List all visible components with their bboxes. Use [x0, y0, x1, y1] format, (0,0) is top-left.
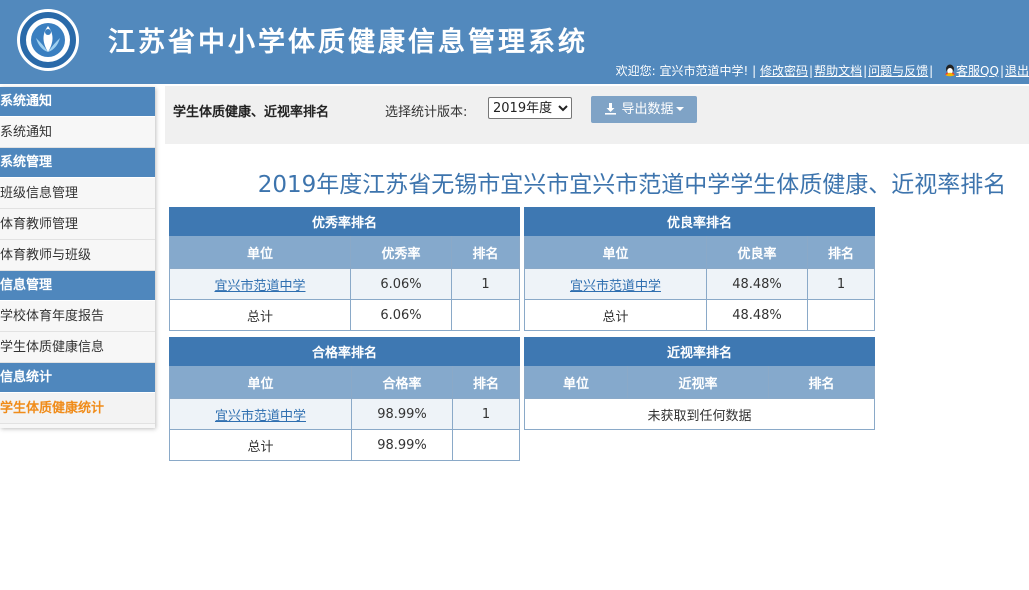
rate-cell: 48.48%: [706, 268, 808, 300]
user-bar: 欢迎您: 宜兴市范道中学! | 修改密码|帮助文档|问题与反馈| 客服QQ|退出: [615, 64, 1029, 78]
qq-icon: [945, 64, 956, 77]
column-header-unit: 单位: [524, 235, 707, 269]
rank-cell: [806, 299, 876, 331]
column-header-unit: 单位: [169, 365, 352, 399]
column-header-unit: 单位: [169, 235, 351, 269]
rate-cell: 6.06%: [350, 268, 452, 300]
school-link[interactable]: 宜兴市范道中学: [215, 409, 306, 424]
table-caption: 优秀率排名: [168, 207, 521, 236]
sidebar-item-class-management[interactable]: 班级信息管理: [0, 178, 155, 209]
rate-cell: 6.06%: [350, 299, 452, 331]
table-row-empty: 未获取到任何数据: [523, 398, 876, 430]
table-row: 宜兴市范道中学 48.48% 1: [524, 268, 876, 300]
school-link[interactable]: 宜兴市范道中学: [570, 279, 661, 294]
qq-service-link[interactable]: 客服QQ: [956, 64, 999, 78]
column-header-rank: 排名: [806, 235, 876, 269]
sidebar-item-teacher-management[interactable]: 体育教师管理: [0, 209, 155, 240]
unit-cell: 总计: [524, 299, 707, 331]
top-header: 江苏省中小学体质健康信息管理系统 欢迎您: 宜兴市范道中学! | 修改密码|帮助…: [0, 0, 1029, 84]
feedback-link[interactable]: 问题与反馈: [868, 64, 928, 78]
unit-cell: 宜兴市范道中学: [169, 268, 351, 300]
table-row-total: 总计 6.06%: [169, 299, 521, 331]
rank-cell: [451, 429, 521, 461]
toolbar: 学生体质健康、近视率排名 选择统计版本: 2019年度 导出数据: [165, 86, 1029, 144]
site-logo: [17, 9, 79, 71]
unit-cell: 宜兴市范道中学: [169, 398, 352, 430]
nav-group-stats[interactable]: 信息统计: [0, 363, 155, 393]
myopia-rate-table: 近视率排名 单位 近视率 排名 未获取到任何数据: [523, 337, 876, 430]
pass-rate-table: 合格率排名 单位 合格率 排名 宜兴市范道中学 98.99% 1 总计 98.9…: [168, 337, 521, 461]
rate-cell: 98.99%: [351, 398, 453, 430]
table-caption: 优良率排名: [523, 207, 876, 236]
rate-cell: 98.99%: [351, 429, 453, 461]
good-rate-table: 优良率排名 单位 优良率 排名 宜兴市范道中学 48.48% 1 总计 48.4…: [523, 207, 876, 331]
empty-message: 未获取到任何数据: [523, 398, 876, 430]
sidebar-item-teacher-class[interactable]: 体育教师与班级: [0, 240, 155, 271]
version-select[interactable]: 2019年度: [488, 97, 572, 119]
sidebar-nav: 系统通知 系统通知 系统管理 班级信息管理 体育教师管理 体育教师与班级 信息管…: [0, 87, 155, 428]
sidebar-item-health-info[interactable]: 学生体质健康信息: [0, 332, 155, 363]
change-password-link[interactable]: 修改密码: [760, 64, 808, 78]
nav-group-system[interactable]: 系统管理: [0, 148, 155, 178]
column-header-rank: 排名: [450, 235, 521, 269]
excellent-rate-table: 优秀率排名 单位 优秀率 排名 宜兴市范道中学 6.06% 1 总计 6.06%: [168, 207, 521, 331]
sidebar-item-health-stats[interactable]: 学生体质健康统计: [0, 393, 155, 424]
export-data-button[interactable]: 导出数据: [591, 96, 697, 123]
rank-cell: 1: [806, 268, 876, 300]
welcome-text: 欢迎您: 宜兴市范道中学! |: [615, 64, 757, 78]
column-header-rate: 优良率: [706, 235, 808, 269]
school-link[interactable]: 宜兴市范道中学: [214, 279, 305, 294]
nav-group-info[interactable]: 信息管理: [0, 271, 155, 301]
column-header-rate: 合格率: [351, 365, 453, 399]
column-header-unit: 单位: [524, 365, 628, 399]
table-caption: 近视率排名: [523, 337, 876, 366]
column-header-rate: 优秀率: [350, 235, 452, 269]
rate-cell: 48.48%: [706, 299, 808, 331]
help-link[interactable]: 帮助文档: [814, 64, 862, 78]
caret-down-icon: [675, 107, 684, 111]
table-row: 宜兴市范道中学 98.99% 1: [169, 398, 521, 430]
table-caption: 合格率排名: [168, 337, 521, 366]
unit-cell: 总计: [169, 429, 352, 461]
rank-cell: [450, 299, 521, 331]
table-row-total: 总计 48.48%: [524, 299, 876, 331]
column-header-rate: 近视率: [627, 365, 769, 399]
column-header-rank: 排名: [767, 365, 876, 399]
rank-cell: 1: [450, 268, 521, 300]
table-row-total: 总计 98.99%: [169, 429, 521, 461]
nav-group-notice[interactable]: 系统通知: [0, 87, 155, 117]
version-label: 选择统计版本:: [385, 105, 468, 120]
page-title: 学生体质健康、近视率排名: [173, 105, 330, 120]
rank-cell: 1: [451, 398, 521, 430]
unit-cell: 宜兴市范道中学: [524, 268, 707, 300]
site-title: 江苏省中小学体质健康信息管理系统: [108, 27, 588, 58]
column-header-rank: 排名: [451, 365, 521, 399]
report-title: 2019年度江苏省无锡市宜兴市宜兴市范道中学学生体质健康、近视率排名: [257, 172, 1007, 198]
unit-cell: 总计: [169, 299, 351, 331]
table-row: 宜兴市范道中学 6.06% 1: [169, 268, 521, 300]
download-icon: [605, 103, 617, 115]
logout-link[interactable]: 退出: [1005, 64, 1029, 78]
sidebar-item-notice[interactable]: 系统通知: [0, 117, 155, 148]
sidebar-item-annual-report[interactable]: 学校体育年度报告: [0, 301, 155, 332]
export-button-label: 导出数据: [621, 102, 674, 117]
